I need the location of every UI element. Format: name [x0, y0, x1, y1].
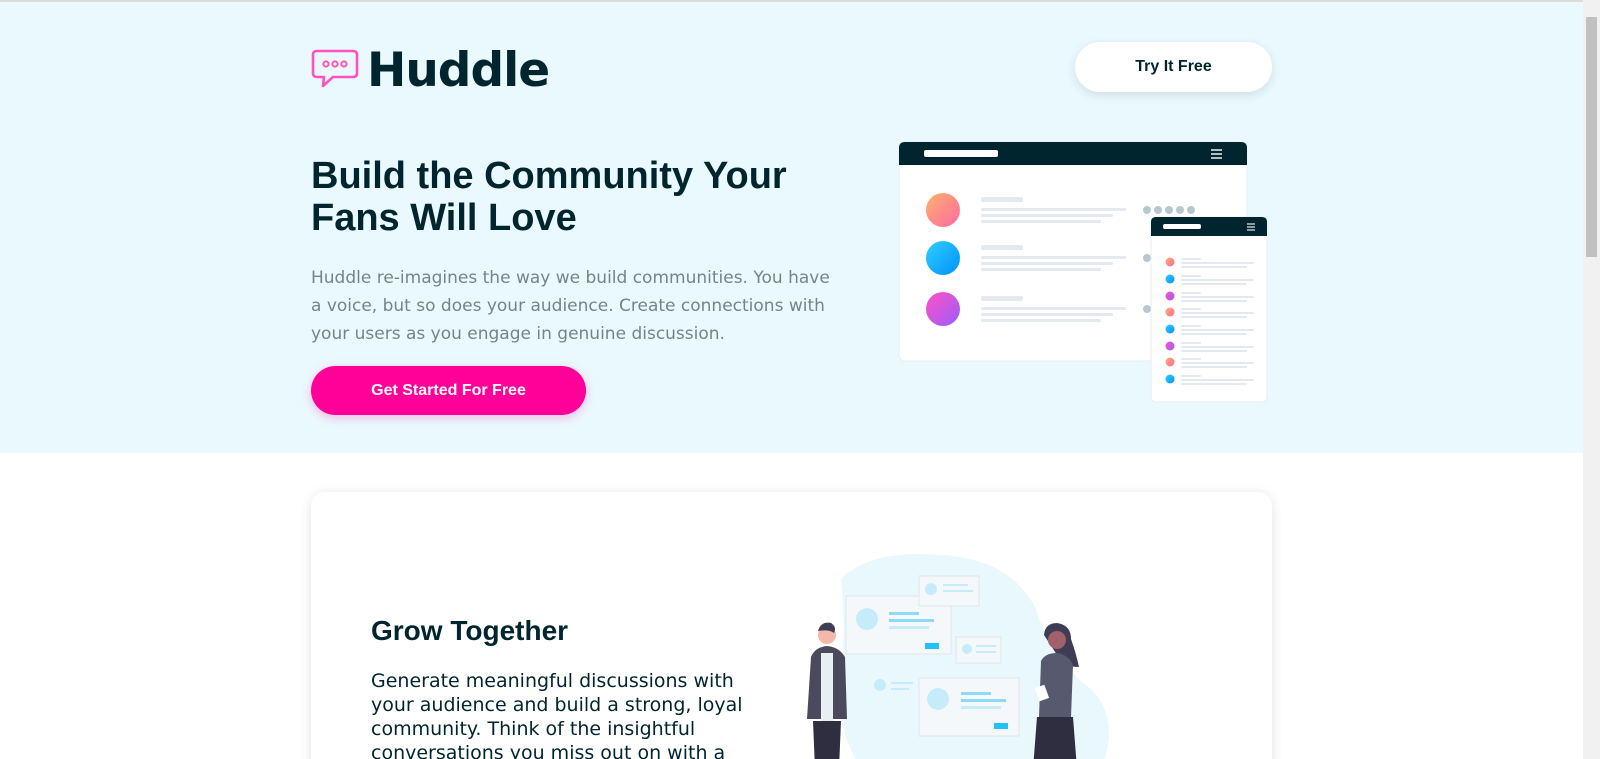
feature-text: Generate meaningful discussions with you… — [371, 670, 743, 759]
get-started-button[interactable]: Get Started For Free — [311, 366, 586, 415]
logo[interactable]: Huddle — [311, 42, 550, 98]
try-it-free-button[interactable]: Try It Free — [1075, 42, 1272, 92]
man-figure — [807, 622, 847, 759]
feature-title: Grow Together — [371, 615, 569, 646]
vertical-scrollbar[interactable] — [1583, 0, 1600, 759]
hero-section: Huddle Try It Free Build the Community Y… — [0, 2, 1583, 453]
feature-card-grow-together: Grow Together Generate meaningful discus… — [311, 492, 1272, 759]
logo-text: Huddle — [367, 42, 550, 98]
hero-description: Huddle re-imagines the way we build comm… — [311, 268, 830, 344]
speech-bubble-icon — [311, 49, 359, 88]
scrollbar-thumb[interactable] — [1586, 17, 1597, 257]
people-discussion-illustration — [807, 554, 1109, 759]
app-mockup-illustration — [898, 141, 1268, 403]
page-viewport: Huddle Try It Free Build the Community Y… — [0, 0, 1583, 759]
hero-title: Build the Community Your Fans Will Love — [311, 155, 787, 239]
